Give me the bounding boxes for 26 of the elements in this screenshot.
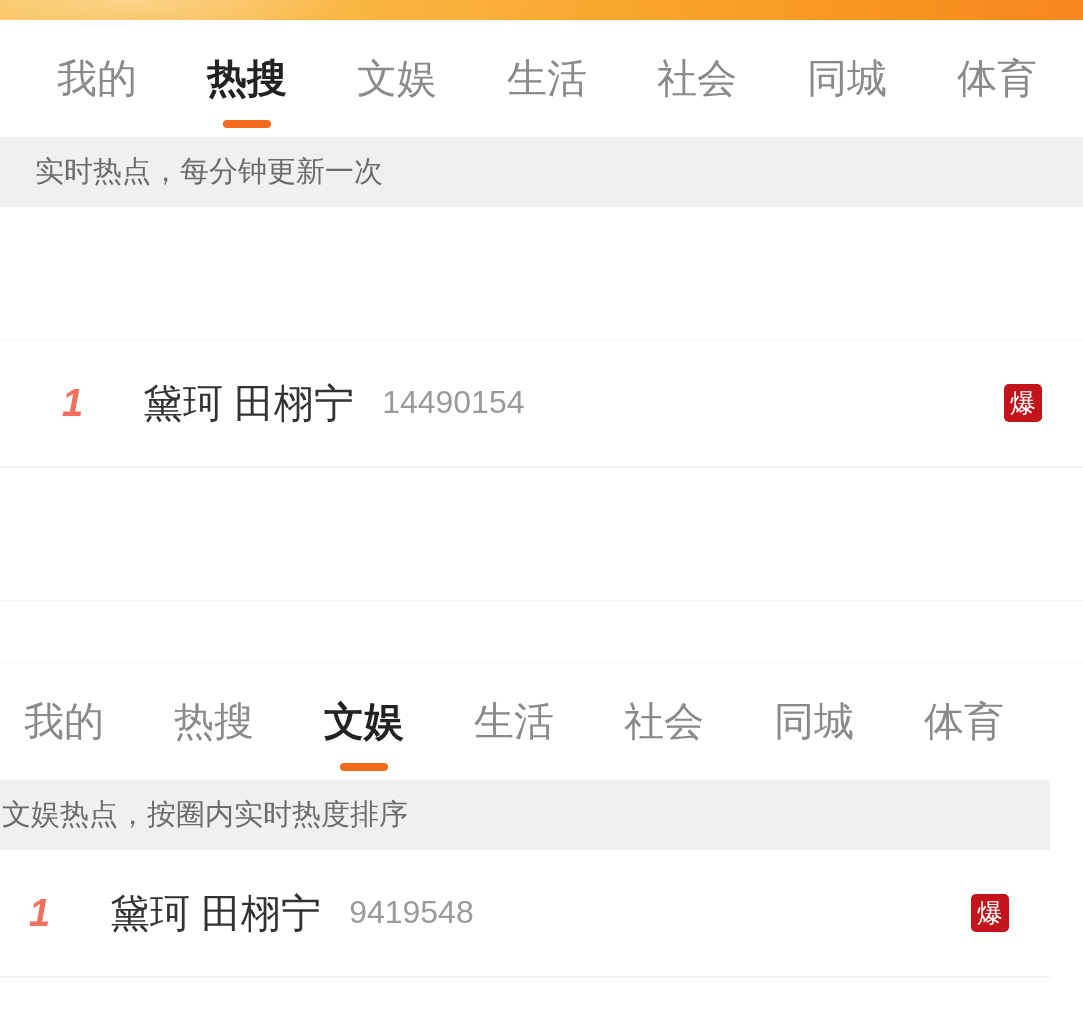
category-tab[interactable]: 体育 — [904, 699, 1024, 771]
category-tab[interactable]: 体育 — [937, 56, 1057, 128]
category-tab[interactable]: 我的 — [37, 56, 157, 128]
hot-search-row[interactable]: 1 黛珂 田栩宁 14490154 爆 — [0, 340, 1083, 468]
category-tab[interactable]: 同城 — [787, 56, 907, 128]
category-tab[interactable]: 生活 — [454, 699, 574, 771]
category-tab[interactable]: 热搜 — [154, 699, 274, 771]
topic-title: 黛珂 田栩宁 — [143, 381, 355, 425]
category-tab[interactable]: 热搜 — [187, 56, 307, 128]
category-tab[interactable]: 社会 — [604, 699, 724, 771]
hot-label: 爆 — [971, 894, 1009, 932]
category-tab[interactable]: 文娱 — [337, 56, 457, 128]
heat-count: 14490154 — [382, 385, 525, 421]
category-tab[interactable]: 我的 — [4, 699, 124, 771]
hot-label: 爆 — [1004, 384, 1042, 422]
notice-text: 实时热点，每分钟更新一次 — [0, 137, 1083, 207]
heat-count: 9419548 — [349, 895, 474, 931]
rank-number: 1 — [29, 894, 52, 932]
notice-text: 文娱热点，按圈内实时热度排序 — [0, 780, 1050, 850]
rank-number: 1 — [62, 384, 85, 422]
category-tab[interactable]: 生活 — [487, 56, 607, 128]
hot-search-row[interactable]: 1 黛珂 田栩宁 9419548 爆 — [0, 850, 1050, 978]
category-tab[interactable]: 同城 — [754, 699, 874, 771]
category-tab[interactable]: 文娱 — [304, 699, 424, 771]
category-tab[interactable]: 社会 — [637, 56, 757, 128]
topic-title: 黛珂 田栩宁 — [110, 891, 322, 935]
